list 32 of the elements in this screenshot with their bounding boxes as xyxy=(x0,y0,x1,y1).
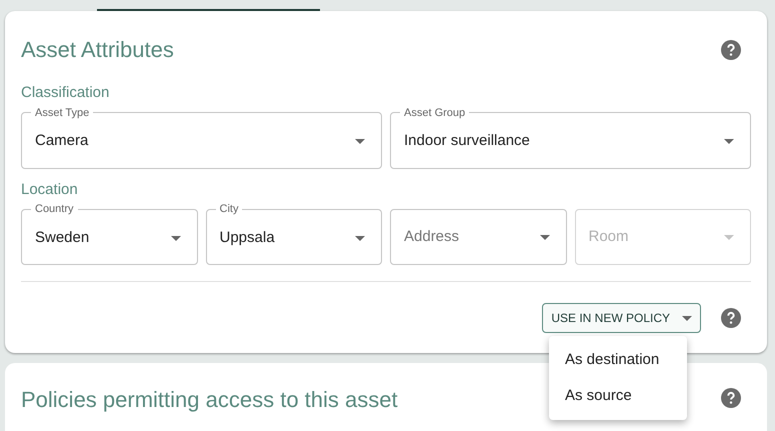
menu-item[interactable]: As destination xyxy=(549,342,687,378)
section-heading: Location xyxy=(21,180,79,200)
help-icon[interactable] xyxy=(721,308,741,328)
select-field[interactable]: Asset Group Indoor surveillance xyxy=(390,106,751,168)
field-label: Country xyxy=(34,202,75,216)
select-field[interactable]: Country Sweden xyxy=(21,202,198,265)
card-title: Asset Attributes xyxy=(21,36,174,64)
caret-icon xyxy=(540,234,550,240)
field-value: Uppsala xyxy=(220,228,275,248)
policy-dropdown-button[interactable]: USE IN NEW POLICY xyxy=(542,303,701,333)
help-icon[interactable] xyxy=(721,40,741,60)
caret-icon xyxy=(355,139,365,144)
field-placeholder: Address xyxy=(404,226,460,247)
caret-icon xyxy=(355,236,365,240)
caret-icon xyxy=(724,234,734,240)
caret-icon xyxy=(682,316,692,320)
field-label: Asset Group xyxy=(403,106,466,120)
section-heading: Classification xyxy=(21,83,110,103)
field-value: Sweden xyxy=(35,228,90,248)
field-placeholder: Room xyxy=(588,226,629,247)
caret-icon xyxy=(724,139,734,144)
field-label: Asset Type xyxy=(34,106,90,120)
help-icon[interactable] xyxy=(721,388,741,408)
select-field[interactable]: City Uppsala xyxy=(206,202,382,265)
menu-item[interactable]: As source xyxy=(549,378,687,414)
caret-icon xyxy=(170,236,180,240)
select-field[interactable]: Address xyxy=(390,209,566,265)
field-value: Indoor surveillance xyxy=(404,131,530,152)
field-label: City xyxy=(218,202,240,216)
card-title: Policies permitting access to this asset xyxy=(21,386,398,414)
select-field[interactable]: Asset Type Camera xyxy=(21,106,382,168)
field-value: Camera xyxy=(35,131,88,152)
